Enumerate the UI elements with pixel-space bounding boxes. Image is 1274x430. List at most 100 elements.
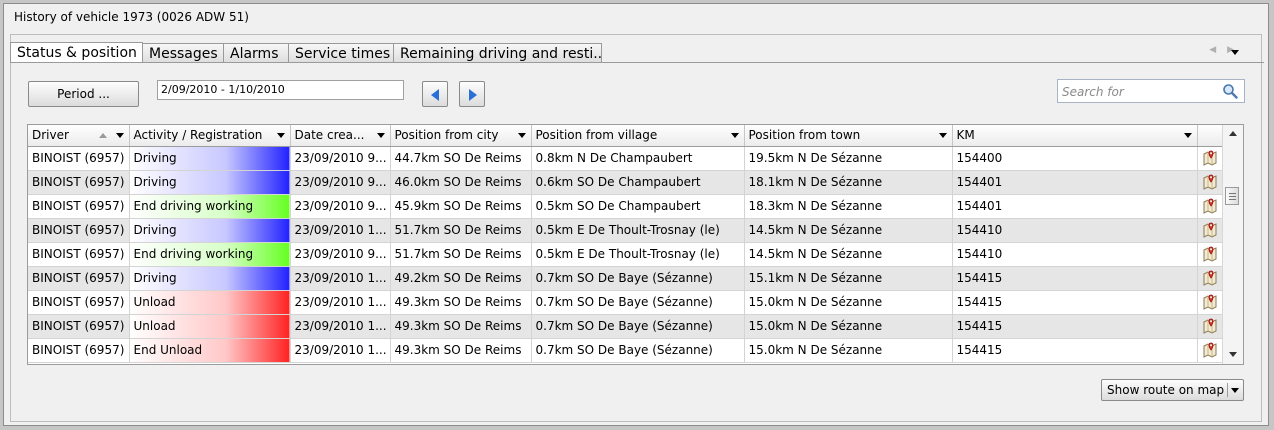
column-filter-icon[interactable] — [276, 133, 285, 138]
tab-messages[interactable]: Messages — [142, 43, 224, 62]
period-button[interactable]: Period ... — [28, 81, 139, 107]
table-row[interactable]: BINOIST (6957) End driving working 23/09/2… — [28, 194, 1224, 219]
activity-cell: End driving working — [129, 194, 291, 219]
tab-alarms[interactable]: Alarms — [223, 43, 289, 62]
km-cell: 154415 — [952, 266, 1198, 291]
search-box — [1057, 79, 1245, 103]
km-cell: 154401 — [952, 170, 1198, 195]
km-cell: 154415 — [952, 314, 1198, 339]
village-cell: 0.8km N De Champaubert — [531, 146, 745, 171]
town-cell: 15.1km N De Sézanne — [744, 266, 953, 291]
vertical-scrollbar[interactable] — [1222, 125, 1243, 364]
km-cell: 154410 — [952, 242, 1198, 267]
column-header-city[interactable]: Position from city — [390, 125, 532, 147]
previous-period-button[interactable] — [422, 81, 448, 107]
table-row[interactable]: BINOIST (6957) End Unload 23/09/2010 1... 4… — [28, 338, 1224, 363]
table-row[interactable]: BINOIST (6957) Driving 23/09/2010 1... 49.2… — [28, 266, 1224, 291]
period-field[interactable]: 2/09/2010 - 1/10/2010 — [157, 80, 404, 100]
village-cell: 0.7km SO De Baye (Sézanne) — [531, 314, 745, 339]
km-cell: 154415 — [952, 290, 1198, 315]
date-cell: 23/09/2010 9... — [290, 146, 391, 171]
city-cell: 46.0km SO De Reims — [390, 170, 532, 195]
table-row[interactable]: BINOIST (6957) Driving 23/09/2010 9... 44.7… — [28, 146, 1224, 171]
city-cell: 49.2km SO De Reims — [390, 266, 532, 291]
column-filter-icon[interactable] — [938, 133, 947, 138]
scroll-up-icon[interactable] — [1229, 131, 1237, 136]
route-dropdown-icon[interactable] — [1231, 388, 1239, 393]
date-cell: 23/09/2010 1... — [290, 290, 391, 315]
date-cell: 23/09/2010 1... — [290, 338, 391, 363]
activity-cell: Driving — [129, 218, 291, 243]
km-cell: 154410 — [952, 218, 1198, 243]
km-cell: 154401 — [952, 194, 1198, 219]
column-header-town[interactable]: Position from town — [744, 125, 953, 147]
map-route-icon[interactable] — [1202, 174, 1218, 190]
driver-cell: BINOIST (6957) — [28, 290, 130, 315]
driver-cell: BINOIST (6957) — [28, 314, 130, 339]
tab-divider — [10, 62, 1264, 63]
column-header-date[interactable]: Date crea... — [290, 125, 391, 147]
date-cell: 23/09/2010 1... — [290, 266, 391, 291]
route-icon-cell — [1197, 146, 1224, 171]
city-cell: 49.3km SO De Reims — [390, 338, 532, 363]
column-label: Date crea... — [294, 128, 365, 143]
column-header-activity[interactable]: Activity / Registration — [129, 125, 291, 147]
driver-cell: BINOIST (6957) — [28, 146, 130, 171]
table-row[interactable]: BINOIST (6957) End driving working 23/09/2… — [28, 242, 1224, 267]
search-input[interactable] — [1060, 82, 1220, 102]
driver-cell: BINOIST (6957) — [28, 266, 130, 291]
map-route-icon[interactable] — [1202, 270, 1218, 286]
arrow-right-icon — [469, 89, 477, 101]
activity-cell: Driving — [129, 266, 291, 291]
map-route-icon[interactable] — [1202, 318, 1218, 334]
column-filter-icon[interactable] — [376, 133, 385, 138]
column-filter-icon[interactable] — [1183, 133, 1192, 138]
magnifier-icon[interactable] — [1222, 83, 1238, 99]
history-grid: Driver Activity / Registration Date crea… — [27, 124, 1244, 365]
date-cell: 23/09/2010 9... — [290, 194, 391, 219]
tab-service-times[interactable]: Service times — [288, 43, 394, 62]
tab-remaining-driving[interactable]: Remaining driving and resti... — [393, 43, 602, 62]
column-filter-icon[interactable] — [115, 133, 124, 138]
town-cell: 19.5km N De Sézanne — [744, 146, 953, 171]
column-filter-icon[interactable] — [517, 133, 526, 138]
route-icon-cell — [1197, 314, 1224, 339]
activity-cell: Driving — [129, 146, 291, 171]
column-header-village[interactable]: Position from village — [531, 125, 745, 147]
route-icon-cell — [1197, 338, 1224, 363]
column-filter-icon[interactable] — [730, 133, 739, 138]
driver-cell: BINOIST (6957) — [28, 194, 130, 219]
activity-cell: Unload — [129, 290, 291, 315]
column-header-km[interactable]: KM — [952, 125, 1198, 147]
scroll-thumb[interactable] — [1225, 187, 1239, 205]
tab-list-dropdown-icon[interactable] — [1231, 50, 1239, 55]
route-icon-cell — [1197, 218, 1224, 243]
map-route-icon[interactable] — [1202, 342, 1218, 358]
table-row[interactable]: BINOIST (6957) Driving 23/09/2010 1... 51.7… — [28, 218, 1224, 243]
route-icon-cell — [1197, 170, 1224, 195]
activity-cell: Driving — [129, 170, 291, 195]
map-route-icon[interactable] — [1202, 246, 1218, 262]
town-cell: 15.0km N De Sézanne — [744, 338, 953, 363]
next-period-button[interactable] — [459, 81, 485, 107]
table-row[interactable]: BINOIST (6957) Unload 23/09/2010 1... 49.3k… — [28, 314, 1224, 339]
map-route-icon[interactable] — [1202, 198, 1218, 214]
table-row[interactable]: BINOIST (6957) Unload 23/09/2010 1... 49.3k… — [28, 290, 1224, 315]
driver-cell: BINOIST (6957) — [28, 242, 130, 267]
column-header-driver[interactable]: Driver — [28, 125, 130, 147]
table-row[interactable]: BINOIST (6957) Driving 23/09/2010 9... 46.0… — [28, 170, 1224, 195]
city-cell: 49.3km SO De Reims — [390, 290, 532, 315]
map-route-icon[interactable] — [1202, 150, 1218, 166]
village-cell: 0.5km SO De Champaubert — [531, 194, 745, 219]
tab-status-position[interactable]: Status & position — [10, 42, 143, 63]
map-route-icon[interactable] — [1202, 222, 1218, 238]
town-cell: 15.0km N De Sézanne — [744, 290, 953, 315]
city-cell: 45.9km SO De Reims — [390, 194, 532, 219]
town-cell: 18.3km N De Sézanne — [744, 194, 953, 219]
scroll-down-icon[interactable] — [1229, 352, 1237, 357]
date-cell: 23/09/2010 1... — [290, 314, 391, 339]
date-cell: 23/09/2010 9... — [290, 242, 391, 267]
date-cell: 23/09/2010 1... — [290, 218, 391, 243]
show-route-button[interactable]: Show route on map — [1101, 379, 1244, 401]
map-route-icon[interactable] — [1202, 294, 1218, 310]
